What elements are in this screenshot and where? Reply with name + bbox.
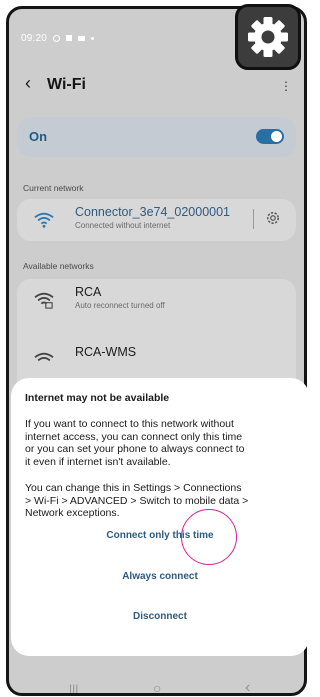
network-status: Auto reconnect turned off: [75, 301, 165, 310]
current-network-card[interactable]: Connector_3e74_02000001 Connected withou…: [17, 199, 296, 241]
settings-badge: [235, 4, 301, 70]
network-row-rca-wms[interactable]: RCA-WMS: [17, 339, 296, 383]
gear-icon: [248, 17, 288, 57]
nav-recents-button[interactable]: |||: [69, 682, 78, 693]
current-network-header: Current network: [23, 183, 84, 193]
wifi-toggle-label: On: [29, 129, 48, 144]
dialog-line: > Wi-Fi > ADVANCED > Switch to mobile da…: [25, 494, 249, 507]
wifi-master-toggle-row[interactable]: On: [17, 117, 296, 157]
dialog-title: Internet may not be available: [25, 392, 170, 404]
wifi-locked-icon: [34, 292, 54, 309]
disconnect-button[interactable]: Disconnect: [11, 611, 309, 622]
wifi-signal-icon: [34, 352, 54, 362]
current-network-status: Connected without internet: [75, 221, 171, 230]
more-vert-icon[interactable]: ⋮: [280, 79, 292, 93]
connect-only-this-time-button[interactable]: Connect only this time: [11, 530, 309, 541]
dialog-line: You can change this in Settings > Connec…: [25, 482, 242, 494]
page-title: Wi-Fi: [47, 76, 86, 93]
available-networks-header: Available networks: [23, 261, 94, 271]
network-settings-gear-icon[interactable]: [264, 209, 282, 227]
no-internet-dialog: Internet may not be available If you wan…: [11, 378, 309, 656]
back-chevron-icon[interactable]: ‹: [25, 73, 31, 94]
dialog-body-paragraph-1: If you want to connect to this network w…: [25, 418, 297, 468]
status-bar: 09:20: [21, 33, 94, 44]
dialog-line: Network exceptions.: [25, 507, 120, 519]
divider: [253, 209, 254, 229]
nav-home-button[interactable]: ○: [153, 680, 161, 693]
network-name: RCA-WMS: [75, 345, 137, 359]
always-connect-button[interactable]: Always connect: [11, 571, 309, 582]
dot-icon: [90, 36, 94, 40]
current-network-name: Connector_3e74_02000001: [75, 205, 230, 219]
app-bar: ‹ Wi-Fi ⋮: [9, 71, 304, 103]
status-time: 09:20: [21, 33, 48, 44]
network-row-rca[interactable]: RCA Auto reconnect turned off: [17, 279, 296, 323]
dialog-line: internet access, you can connect only th…: [25, 430, 243, 443]
dialog-line: it even if internet isn't available.: [25, 455, 171, 468]
folder-icon: [77, 35, 85, 41]
dialog-line: If you want to connect to this network w…: [25, 418, 234, 430]
tap-highlight-circle: [181, 509, 237, 565]
system-nav-bar: ||| ○ ‹: [9, 679, 304, 693]
dialog-body-paragraph-2: You can change this in Settings > Connec…: [25, 482, 297, 520]
wifi-signal-icon: [34, 212, 54, 228]
toggle-knob: [271, 131, 282, 142]
dialog-line: or you can set your phone to always conn…: [25, 443, 245, 455]
gallery-icon: [66, 35, 72, 42]
wifi-toggle-switch[interactable]: [256, 129, 284, 144]
whatsapp-icon: [53, 34, 61, 42]
network-name: RCA: [75, 285, 102, 299]
nav-back-button[interactable]: ‹: [245, 679, 250, 693]
